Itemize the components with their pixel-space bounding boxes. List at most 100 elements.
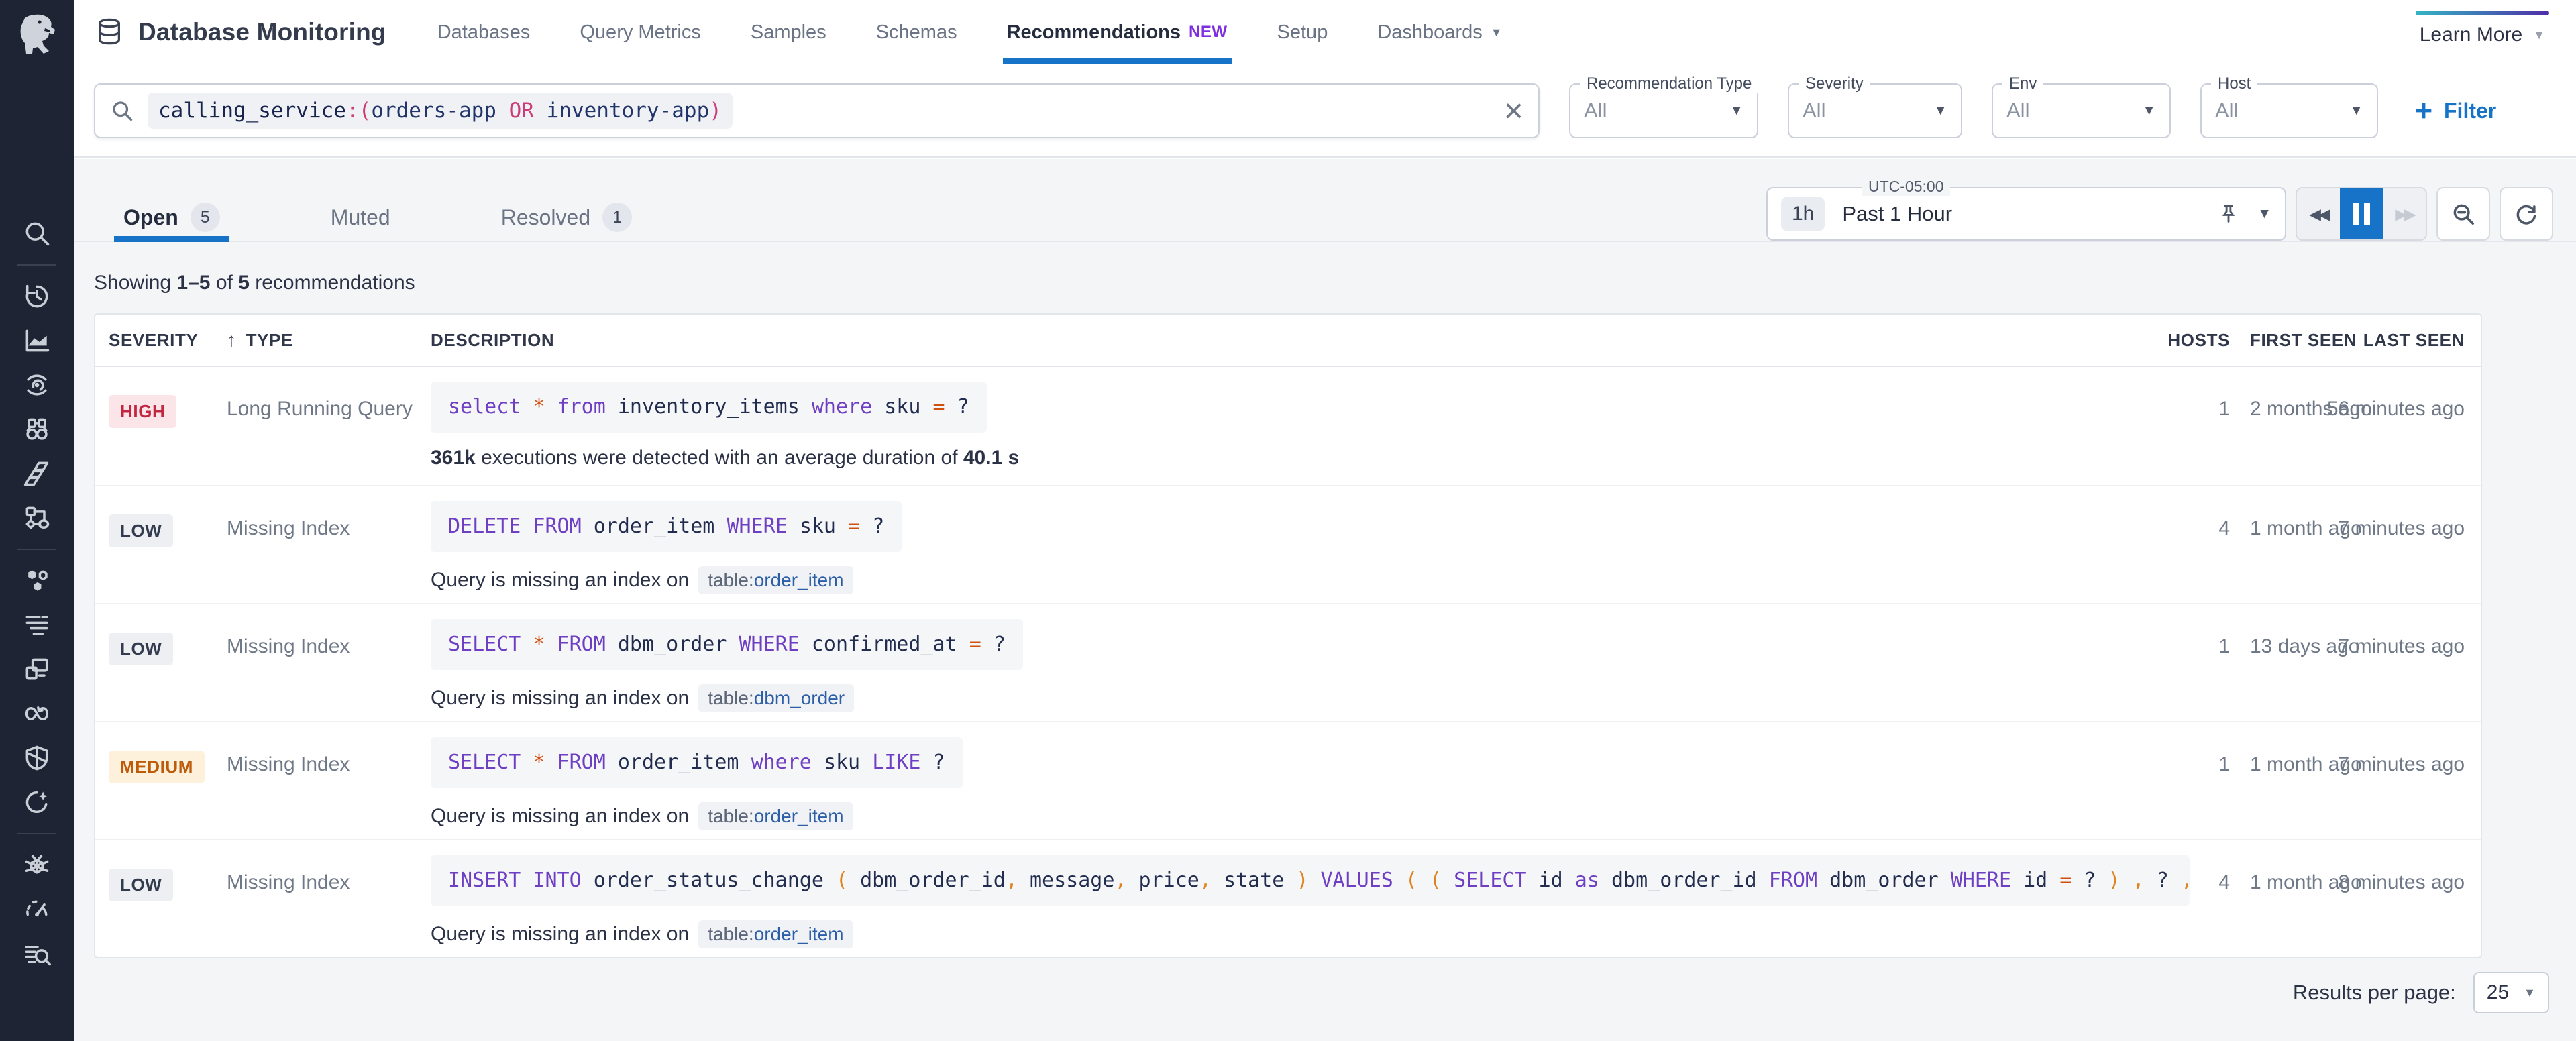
dropdown-value: All: [1584, 99, 1607, 123]
env-dropdown[interactable]: Env All ▼: [1992, 83, 2171, 138]
containers-icon[interactable]: [0, 559, 74, 603]
table-tag[interactable]: table:order_item: [698, 920, 853, 948]
tab-databases[interactable]: Databases: [437, 0, 531, 64]
filter-row: calling_service:(orders-app OR inventory…: [74, 64, 2576, 157]
recommendation-detail: 361k executions were detected with an av…: [431, 447, 1019, 470]
host-dropdown[interactable]: Host All ▼: [2200, 83, 2378, 138]
tab-open[interactable]: Open 5: [123, 194, 220, 241]
recommendation-detail: Query is missing an index on: [431, 687, 689, 710]
apm-binoculars-icon[interactable]: [0, 407, 74, 451]
zoom-out-icon: [2451, 201, 2476, 227]
chevron-down-icon: ▼: [2125, 103, 2156, 119]
recommendation-type-dropdown[interactable]: Recommendation Type All ▼: [1569, 83, 1758, 138]
profiling-gauge-icon[interactable]: [0, 887, 74, 932]
zoom-out-button[interactable]: [2436, 187, 2490, 241]
tab-muted[interactable]: Muted: [331, 194, 390, 241]
interval-chip[interactable]: 1h: [1781, 197, 1825, 231]
table-row[interactable]: HIGH Long Running Query select * from in…: [95, 367, 2481, 485]
column-type[interactable]: ↑ TYPE: [227, 329, 431, 351]
serverless-layers-icon[interactable]: [0, 451, 74, 496]
column-severity[interactable]: SEVERITY: [109, 330, 227, 351]
table-row[interactable]: MEDIUM Missing Index SELECT * FROM order…: [95, 721, 2481, 839]
sidebar-divider: [0, 256, 74, 274]
severity-dropdown[interactable]: Severity All ▼: [1788, 83, 1962, 138]
time-range-picker[interactable]: UTC-05:00 1h Past 1 Hour ▼: [1766, 187, 2286, 241]
magnifier-icon: [110, 99, 134, 123]
pause-button[interactable]: [2340, 188, 2383, 239]
security-shield-icon[interactable]: [0, 736, 74, 780]
table-row[interactable]: LOW Missing Index INSERT INTO order_stat…: [95, 839, 2481, 957]
table-tag[interactable]: table:order_item: [698, 566, 853, 594]
tab-schemas[interactable]: Schemas: [876, 0, 957, 64]
time-playback-group: ◀◀ ▶▶: [2296, 187, 2427, 241]
table-row[interactable]: LOW Missing Index SELECT * FROM dbm_orde…: [95, 603, 2481, 721]
main-content: Open 5 Muted Resolved 1 UTC-05:00 1h Pas…: [74, 159, 2576, 1041]
metrics-icon[interactable]: [0, 319, 74, 363]
arrow-up-icon: ↑: [227, 329, 237, 351]
tab-dashboards[interactable]: Dashboards ▼: [1377, 0, 1502, 64]
column-first-seen[interactable]: FIRST SEEN: [2230, 330, 2384, 351]
rewind-button[interactable]: ◀◀: [2297, 188, 2340, 239]
chevron-down-icon: ▼: [1916, 103, 1947, 119]
severity-badge: HIGH: [109, 395, 176, 428]
watchdog-icon[interactable]: [0, 363, 74, 407]
hosts-count: 4: [2218, 486, 2230, 540]
tab-resolved[interactable]: Resolved 1: [501, 194, 632, 241]
table-header-row: SEVERITY ↑ TYPE DESCRIPTION HOSTS FIRST …: [95, 315, 2481, 367]
database-icon: [94, 17, 125, 48]
search-icon[interactable]: [0, 211, 74, 256]
recommendation-type: Missing Index: [227, 486, 431, 540]
sql-query[interactable]: select * from inventory_items where sku …: [431, 382, 987, 433]
sql-query[interactable]: SELECT * FROM dbm_order WHERE confirmed_…: [431, 619, 1023, 670]
learn-more-label: Learn More: [2420, 23, 2522, 46]
fast-forward-button[interactable]: ▶▶: [2383, 188, 2426, 239]
table-row[interactable]: LOW Missing Index DELETE FROM order_item…: [95, 485, 2481, 603]
column-description[interactable]: DESCRIPTION: [431, 330, 2190, 351]
tab-samples[interactable]: Samples: [751, 0, 826, 64]
refresh-icon: [2514, 201, 2539, 227]
sql-query[interactable]: SELECT * FROM order_item where sku LIKE …: [431, 737, 963, 788]
add-filter-button[interactable]: Filter: [2413, 99, 2496, 123]
dropdown-label: Recommendation Type: [1580, 74, 1758, 93]
service-management-icon[interactable]: [0, 780, 74, 824]
time-range-label: Past 1 Hour: [1842, 202, 1952, 226]
chevron-down-icon: ▼: [2332, 103, 2363, 119]
dropdown-value: All: [2215, 99, 2238, 123]
column-last-seen[interactable]: LAST SEEN: [2363, 330, 2465, 351]
ci-pipelines-icon[interactable]: [0, 692, 74, 736]
close-icon[interactable]: ×: [1504, 94, 1523, 127]
new-badge: NEW: [1189, 23, 1228, 42]
sql-query[interactable]: DELETE FROM order_item WHERE sku = ?: [431, 501, 902, 552]
table-body: HIGH Long Running Query select * from in…: [95, 367, 2481, 957]
severity-badge: MEDIUM: [109, 751, 205, 783]
recommendation-type: Long Running Query: [227, 367, 431, 421]
tab-setup[interactable]: Setup: [1277, 0, 1328, 64]
datadog-logo[interactable]: [0, 0, 74, 67]
product-nav-row: Database Monitoring Databases Query Metr…: [74, 0, 2576, 64]
chevron-down-icon[interactable]: ▼: [2257, 206, 2271, 222]
dropdown-value: All: [1803, 99, 1825, 123]
sql-query[interactable]: INSERT INTO order_status_change ( dbm_or…: [431, 855, 2190, 906]
severity-badge: LOW: [109, 514, 173, 547]
pin-icon[interactable]: [2217, 203, 2240, 225]
last-seen: 7 minutes ago: [2339, 604, 2465, 658]
tab-recommendations[interactable]: Recommendations NEW: [1007, 0, 1228, 64]
refresh-button[interactable]: [2500, 187, 2553, 241]
table-tag[interactable]: table:order_item: [698, 802, 853, 830]
results-per-page-select[interactable]: 25 ▼: [2473, 972, 2549, 1013]
chevron-down-icon: ▼: [1491, 25, 1503, 40]
rum-icon[interactable]: [0, 647, 74, 692]
database-monitoring-icon[interactable]: [0, 932, 74, 976]
column-hosts[interactable]: HOSTS: [2167, 330, 2230, 351]
tab-query-metrics[interactable]: Query Metrics: [580, 0, 700, 64]
search-input[interactable]: calling_service:(orders-app OR inventory…: [94, 83, 1540, 138]
last-seen: 56 minutes ago: [2327, 367, 2465, 421]
error-tracking-bug-icon[interactable]: [0, 843, 74, 887]
learn-more-button[interactable]: Learn More ▼: [2416, 11, 2549, 46]
dropdown-label: Env: [2002, 74, 2043, 93]
network-map-icon[interactable]: [0, 496, 74, 540]
logs-icon[interactable]: [0, 603, 74, 647]
history-icon[interactable]: [0, 274, 74, 319]
table-tag[interactable]: table:dbm_order: [698, 684, 854, 712]
search-query-token[interactable]: calling_service:(orders-app OR inventory…: [148, 93, 733, 129]
